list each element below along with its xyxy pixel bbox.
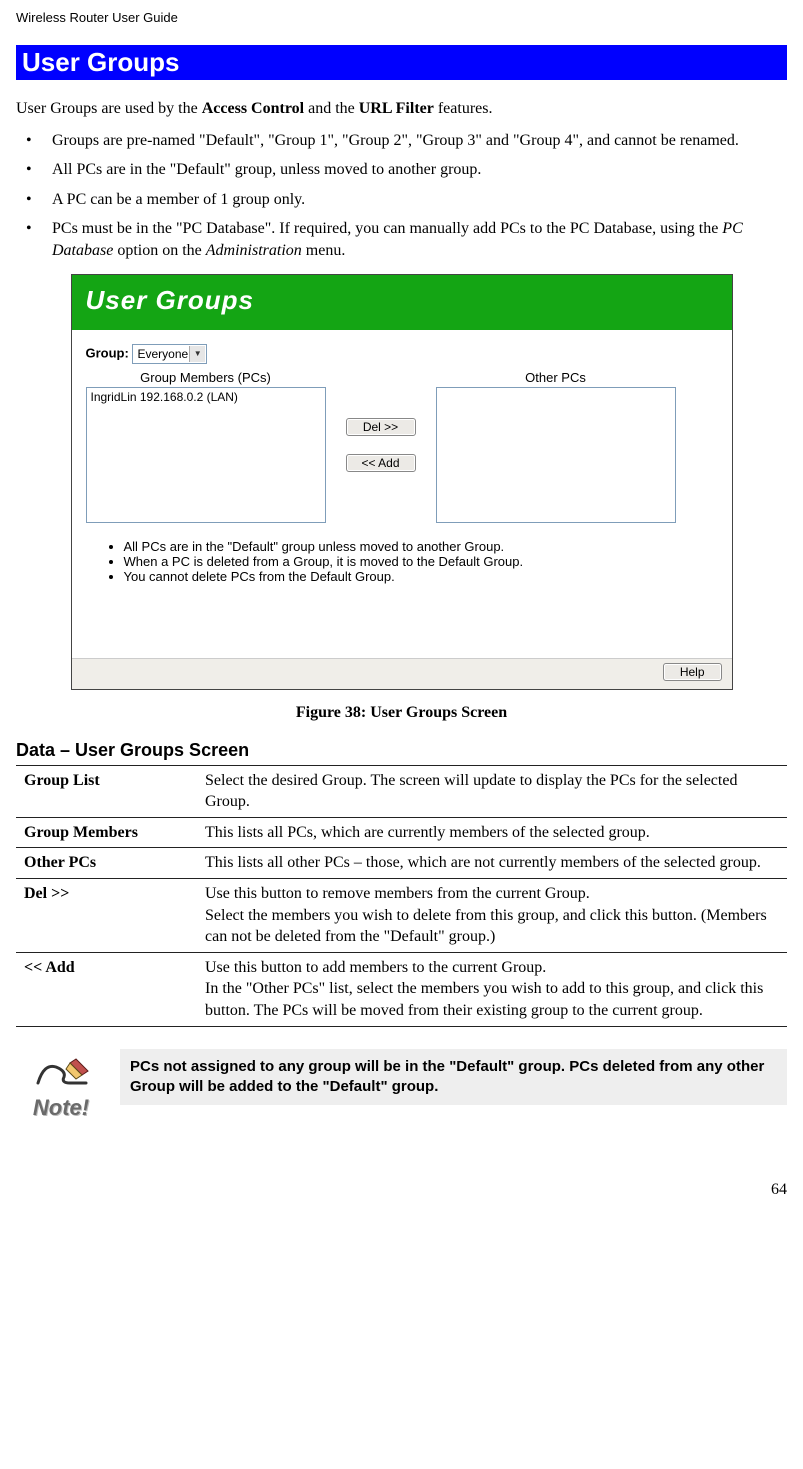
intro-text-3: features. [434, 100, 493, 117]
bullet4-text-2: option on the [113, 242, 205, 259]
table-row: Group Members This lists all PCs, which … [16, 817, 787, 848]
intro-text-1: User Groups are used by the [16, 100, 202, 117]
bullet-item: All PCs are in the "Default" group, unle… [16, 159, 787, 181]
cell-desc: This lists all PCs, which are currently … [197, 817, 787, 848]
cell-heading: Group Members [16, 817, 197, 848]
bullet-item: Groups are pre-named "Default", "Group 1… [16, 130, 787, 152]
data-table: Group List Select the desired Group. The… [16, 765, 787, 1027]
other-pcs-header: Other PCs [436, 370, 676, 385]
note-item: You cannot delete PCs from the Default G… [124, 569, 718, 584]
cell-heading: Group List [16, 765, 197, 817]
help-button[interactable]: Help [663, 663, 722, 681]
intro-bold-1: Access Control [202, 100, 304, 117]
group-dropdown[interactable]: Everyone ▼ [132, 344, 207, 364]
cell-heading: Del >> [16, 878, 197, 952]
data-subheading: Data – User Groups Screen [16, 740, 787, 761]
note-item: All PCs are in the "Default" group unles… [124, 539, 718, 554]
handwriting-icon [32, 1049, 90, 1093]
section-title: User Groups [16, 45, 787, 80]
bullet4-italic-2: Administration [206, 242, 302, 259]
intro-bold-2: URL Filter [359, 100, 434, 117]
page-number: 64 [16, 1181, 787, 1199]
figure-caption: Figure 38: User Groups Screen [16, 704, 787, 722]
table-row: Other PCs This lists all other PCs – tho… [16, 848, 787, 879]
cell-desc: Select the desired Group. The screen wil… [197, 765, 787, 817]
list-item[interactable]: IngridLin 192.168.0.2 (LAN) [91, 390, 321, 404]
table-row: Del >> Use this button to remove members… [16, 878, 787, 952]
bullet4-text-1: PCs must be in the "PC Database". If req… [52, 220, 722, 237]
intro-paragraph: User Groups are used by the Access Contr… [16, 98, 787, 120]
group-selector-row: Group: Everyone ▼ [86, 344, 718, 364]
members-header: Group Members (PCs) [86, 370, 326, 385]
bullet4-text-3: menu. [302, 242, 346, 259]
note-icon-block: Note! [16, 1049, 106, 1121]
note-box: PCs not assigned to any group will be in… [120, 1049, 787, 1106]
chevron-down-icon[interactable]: ▼ [189, 346, 205, 362]
note-callout: Note! PCs not assigned to any group will… [16, 1049, 787, 1121]
bullet-item: A PC can be a member of 1 group only. [16, 189, 787, 211]
user-groups-screenshot: User Groups Group: Everyone ▼ Group Memb… [71, 274, 733, 690]
running-header: Wireless Router User Guide [16, 10, 787, 25]
table-row: Group List Select the desired Group. The… [16, 765, 787, 817]
del-button[interactable]: Del >> [346, 418, 416, 436]
note-item: When a PC is deleted from a Group, it is… [124, 554, 718, 569]
add-button[interactable]: << Add [346, 454, 416, 472]
intro-text-2: and the [304, 100, 359, 117]
cell-heading: Other PCs [16, 848, 197, 879]
other-pcs-listbox[interactable] [436, 387, 676, 523]
group-dropdown-value: Everyone [137, 347, 188, 361]
cell-desc: This lists all other PCs – those, which … [197, 848, 787, 879]
table-row: << Add Use this button to add members to… [16, 952, 787, 1026]
cell-heading: << Add [16, 952, 197, 1026]
screenshot-banner: User Groups [72, 275, 732, 330]
screenshot-notes: All PCs are in the "Default" group unles… [86, 539, 718, 584]
feature-bullets: Groups are pre-named "Default", "Group 1… [16, 130, 787, 262]
cell-desc: Use this button to add members to the cu… [197, 952, 787, 1026]
note-label: Note! [16, 1095, 106, 1121]
bullet-item: PCs must be in the "PC Database". If req… [16, 218, 787, 261]
group-members-listbox[interactable]: IngridLin 192.168.0.2 (LAN) [86, 387, 326, 523]
group-label: Group: [86, 345, 129, 360]
cell-desc: Use this button to remove members from t… [197, 878, 787, 952]
